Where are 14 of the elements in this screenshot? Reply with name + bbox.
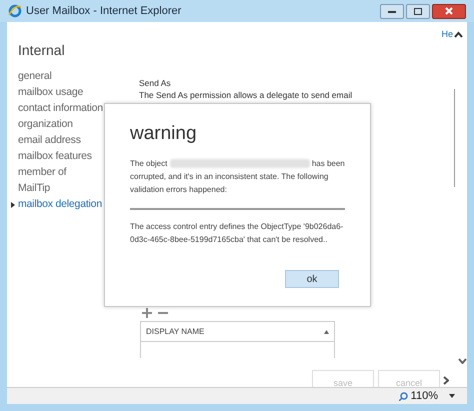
error-message: The access control entry defines the ObjectType '9b026da6-0d3c-465c-8bee-5199d7165cba' that can't be resolved.. xyxy=(130,221,344,246)
help-link[interactable]: He xyxy=(441,28,453,42)
ok-button[interactable]: ok xyxy=(285,270,339,288)
column-header: DISPLAY NAME xyxy=(146,326,204,338)
section-description: The Send As permission allows a delegate to send email xyxy=(139,89,354,102)
nav-item[interactable]: mailbox usage xyxy=(11,84,131,100)
nav-item[interactable]: mailbox delegation xyxy=(11,196,131,212)
zoom-level: 110% xyxy=(410,388,438,404)
page-title: Internal xyxy=(17,42,66,56)
dialog-message: The object has been corrupted, and it's in an inconsistent state. The following validation errors happened: xyxy=(130,159,345,194)
section-heading: Send As xyxy=(139,76,172,90)
dialog-title: warning xyxy=(130,124,198,143)
window-title: User Mailbox - Internet Explorer xyxy=(26,4,182,19)
nav-item[interactable]: general xyxy=(11,68,131,84)
